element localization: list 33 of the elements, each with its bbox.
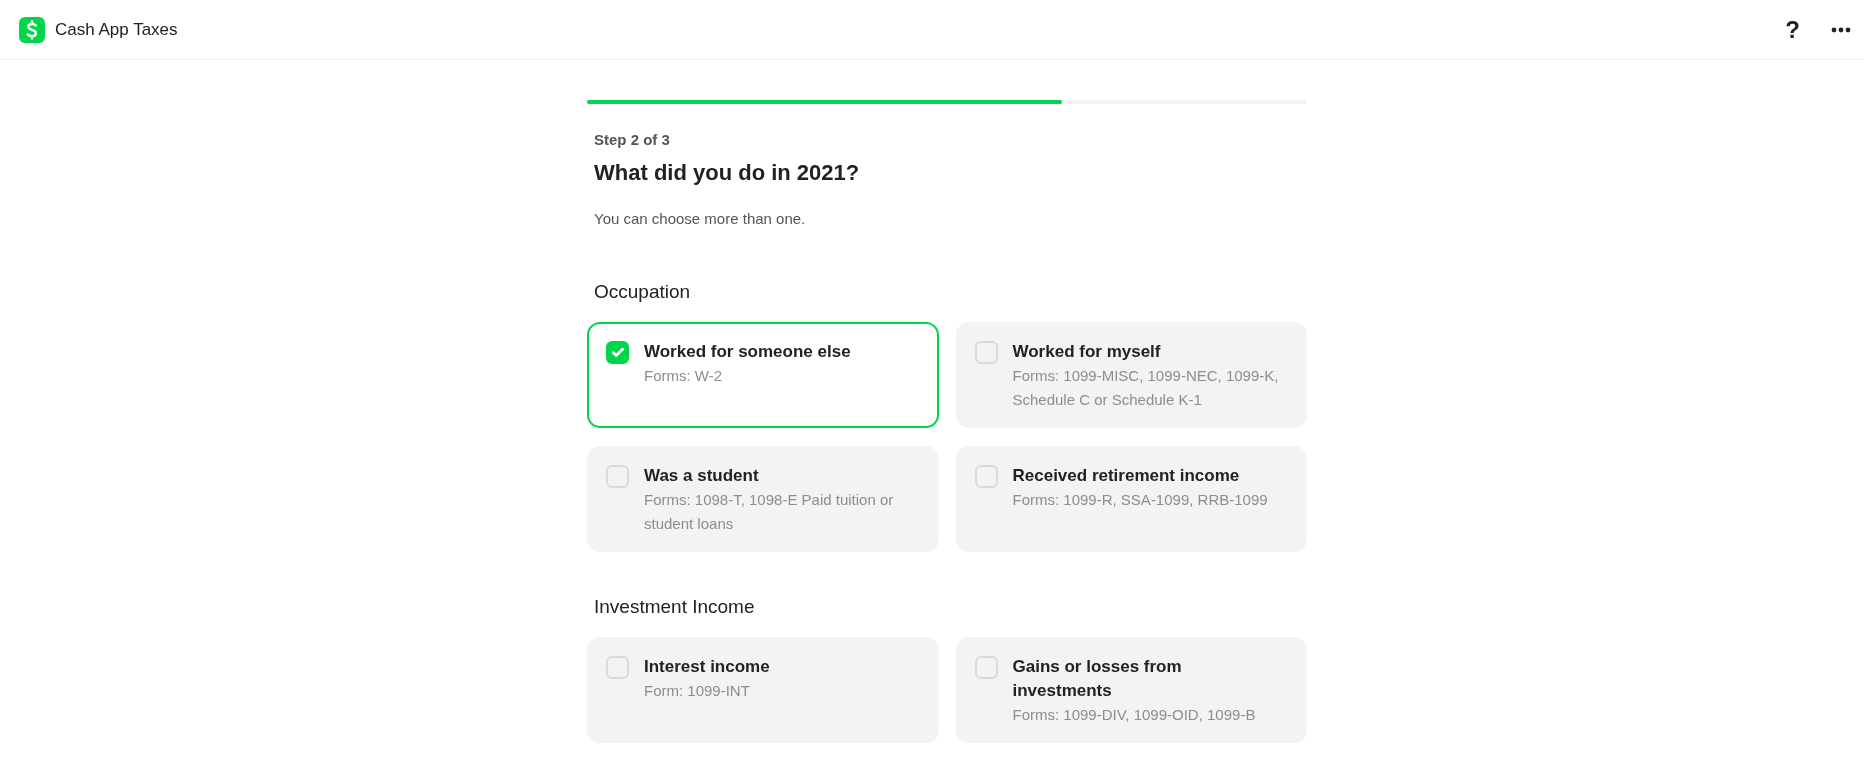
option-forms: Forms: 1099-R, SSA-1099, RRB-1099: [1012, 490, 1268, 510]
checkmark-icon: [611, 348, 624, 357]
checkbox[interactable]: [974, 465, 998, 488]
option-card[interactable]: Received retirement income Forms: 1099-R, SSA-1099, RRB-1099: [955, 446, 1307, 552]
option-title: Interest income: [644, 656, 770, 678]
checkbox[interactable]: [606, 465, 629, 488]
option-forms: Forms: 1099-MISC, 1099-NEC, 1099-K, Schedule C or Schedule K-1: [1012, 366, 1279, 410]
checkbox[interactable]: [606, 341, 629, 364]
option-card[interactable]: Worked for someone else Forms: W-2: [587, 322, 939, 428]
option-card[interactable]: Worked for myself Forms: 1099-MISC, 1099-NEC, 1099-K, Schedule C or Schedule K-1: [955, 322, 1307, 428]
section-heading: Occupation: [593, 280, 692, 304]
help-button[interactable]: ?: [1781, 15, 1804, 44]
step-label: Step 2 of 3: [594, 130, 670, 150]
option-card[interactable]: Was a student Forms: 1098-T, 1098-E Paid tuition or student loans: [587, 446, 939, 552]
dollar-logo-icon: [19, 16, 45, 43]
checkbox[interactable]: [974, 656, 998, 679]
option-forms: Forms: 1098-T, 1098-E Paid tuition or student loans: [644, 490, 895, 534]
option-forms: Forms: 1099-DIV, 1099-OID, 1099-B: [1012, 705, 1256, 725]
option-title: Was a student: [644, 465, 759, 487]
section-heading: Investment Income: [593, 595, 756, 619]
checkbox[interactable]: [606, 656, 629, 679]
option-title: Gains or losses from investments: [1012, 656, 1183, 702]
option-title: Worked for someone else: [644, 341, 851, 363]
page-heading: What did you do in 2021?: [594, 159, 860, 187]
option-card[interactable]: Gains or losses from investments Forms: 1099-DIV, 1099-OID, 1099-B: [955, 637, 1307, 743]
option-title: Worked for myself: [1012, 341, 1161, 363]
checkbox[interactable]: [974, 341, 998, 364]
option-forms: Form: 1099-INT: [644, 681, 750, 701]
option-forms: Forms: W-2: [644, 366, 723, 386]
hint-text: You can choose more than one.: [594, 209, 806, 229]
option-card[interactable]: Interest income Form: 1099-INT: [587, 637, 939, 743]
app-title: Cash App Taxes: [55, 18, 178, 41]
option-title: Received retirement income: [1012, 465, 1240, 487]
